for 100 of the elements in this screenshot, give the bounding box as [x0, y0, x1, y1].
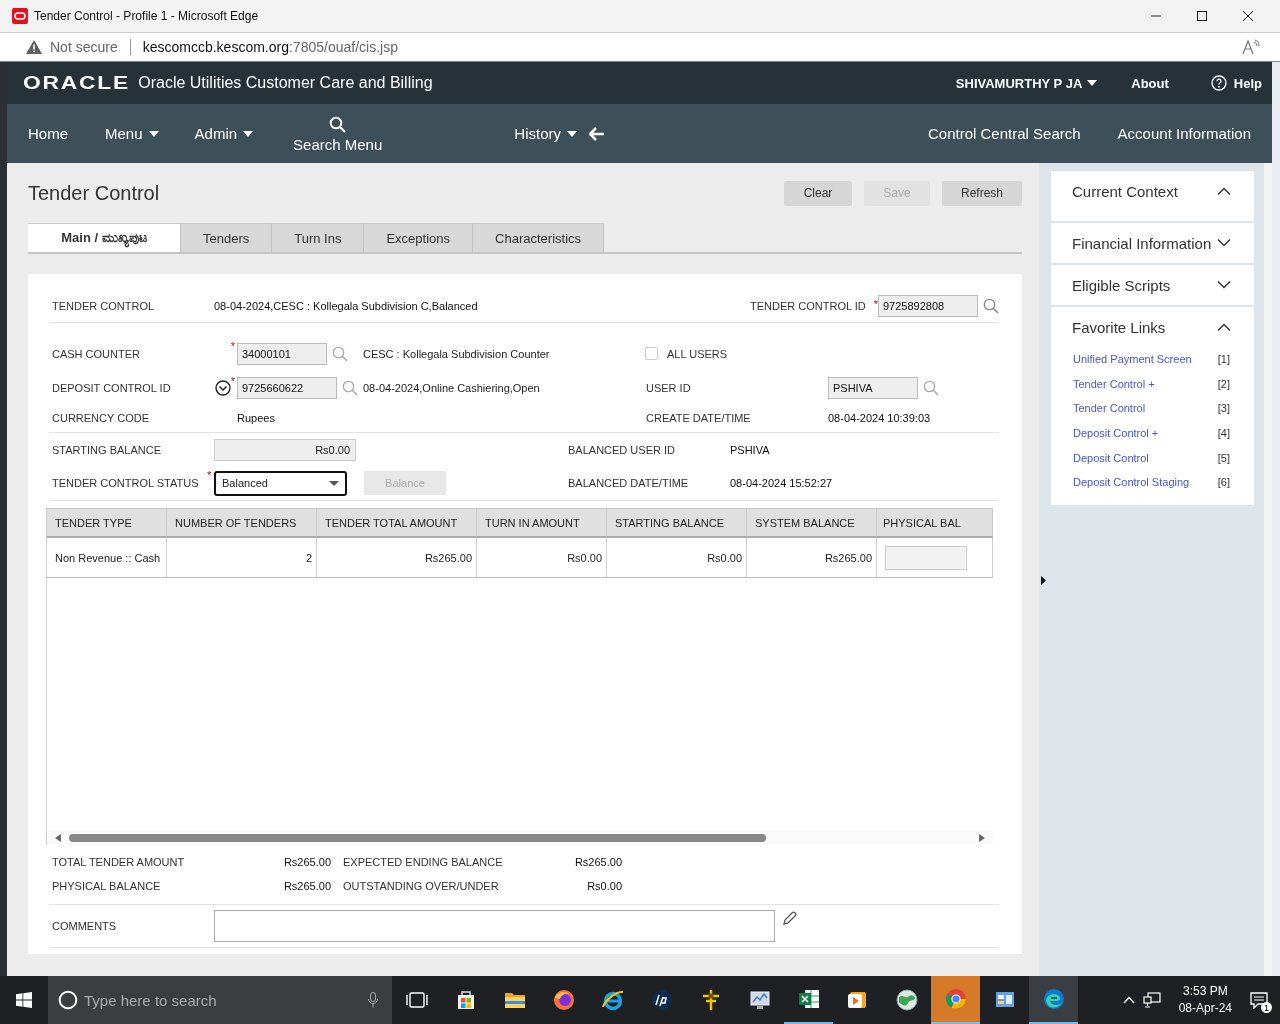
- input-field[interactable]: 34000101: [237, 342, 327, 365]
- table-cell: Rs0.00: [607, 538, 747, 578]
- fox-globe-icon: [551, 988, 576, 1012]
- search-menu-button[interactable]: Search Menu: [293, 114, 383, 153]
- collapse-handle-icon[interactable]: [1041, 576, 1046, 585]
- tab[interactable]: Characteristics: [473, 223, 604, 252]
- table-cell: Rs265.00: [747, 538, 877, 578]
- table-cell: Rs265.00: [317, 538, 477, 578]
- input-field[interactable]: 9725660622: [237, 377, 337, 399]
- section-header[interactable]: Financial Information: [1051, 223, 1254, 263]
- hp-circle-icon: [649, 988, 674, 1012]
- action-button[interactable]: Clear: [784, 180, 852, 206]
- favorite-link[interactable]: Deposit Control: [1073, 451, 1149, 464]
- tab[interactable]: Turn Ins: [272, 223, 365, 252]
- nav-item[interactable]: Account Information: [1117, 125, 1251, 142]
- read-aloud-icon[interactable]: [1242, 39, 1260, 55]
- globe-icon: [894, 988, 919, 1012]
- circle-icon: [58, 990, 78, 1010]
- search-icon[interactable]: [983, 298, 999, 314]
- field-label: BALANCED DATE/TIME: [568, 477, 690, 489]
- notification-button[interactable]: 1: [1246, 987, 1272, 1013]
- security-label[interactable]: Not secure: [50, 39, 118, 55]
- column-header: NUMBER OF TENDERS: [167, 508, 317, 538]
- field-label: STARTING BALANCE: [52, 444, 162, 456]
- field-description: CESC : Kollegala Subdivision Counter: [363, 347, 551, 360]
- shortcut-key: [2]: [1217, 377, 1230, 390]
- nav-item[interactable]: Menu: [105, 125, 159, 142]
- column-header: TENDER TYPE: [47, 508, 167, 538]
- maximize-icon[interactable]: [1196, 10, 1208, 22]
- notification-count: 1: [1261, 1002, 1272, 1013]
- field-label: CASH COUNTER: [52, 347, 141, 360]
- shortcut-key: [5]: [1217, 451, 1230, 464]
- tab[interactable]: Exceptions: [364, 223, 474, 252]
- favorite-link[interactable]: Tender Control +: [1073, 377, 1155, 390]
- pencil-icon[interactable]: [782, 911, 797, 926]
- amount-value: Rs0.00: [586, 879, 622, 894]
- input-field[interactable]: PSHIVA: [828, 377, 918, 399]
- chevron-up-icon: [1217, 187, 1231, 195]
- about-link[interactable]: About: [1131, 75, 1169, 91]
- chevron-up-icon: [1217, 323, 1231, 331]
- speech-bubble-icon: [1250, 991, 1268, 1009]
- help-icon: [1210, 75, 1227, 91]
- section-header[interactable]: Current Context: [1051, 171, 1254, 211]
- nav-item[interactable]: Control Central Search: [928, 125, 1081, 142]
- nav-item[interactable]: Admin: [194, 125, 254, 142]
- field-description: 08-04-2024,Online Cashiering,Open: [363, 382, 541, 394]
- favorite-link[interactable]: Unified Payment Screen: [1073, 353, 1192, 366]
- taskbar-app[interactable]: [1029, 976, 1078, 1024]
- scroll-right-icon[interactable]: [979, 834, 985, 842]
- spreadsheet-icon: [796, 987, 821, 1011]
- chevron-down-icon: [1217, 281, 1231, 289]
- url-text[interactable]: kescomccb.kescom.org:7805/ouaf/cis.jsp: [142, 39, 398, 55]
- monitor-icon: [747, 988, 772, 1012]
- input-field[interactable]: 9725892808: [878, 295, 978, 317]
- column-header: STARTING BALANCE: [607, 508, 747, 538]
- tab[interactable]: Main / ಮುಖ್ಯಪುಟ: [28, 223, 181, 252]
- tab[interactable]: Tenders: [181, 223, 273, 252]
- field-value: 08-04-2024 10:39:03: [828, 412, 931, 424]
- taskbar-search-field[interactable]: Type here to search: [48, 976, 392, 1024]
- chevron-circle-icon[interactable]: [214, 380, 231, 396]
- comments-field[interactable]: [214, 910, 775, 942]
- windows-start-icon[interactable]: [16, 992, 32, 1008]
- required-mark: *: [873, 299, 878, 310]
- section-header[interactable]: Favorite Links: [1051, 307, 1254, 347]
- field-value: 08-04-2024 15:52:27: [730, 477, 833, 489]
- favorite-link[interactable]: Tender Control: [1073, 402, 1146, 415]
- amount-value: Rs265.00: [282, 855, 331, 870]
- amount-value: Rs265.00: [282, 879, 331, 894]
- favorite-link[interactable]: Deposit Control Staging: [1073, 476, 1190, 489]
- required-mark: *: [230, 376, 235, 387]
- help-link[interactable]: Help: [1210, 75, 1262, 91]
- microphone-icon[interactable]: [368, 992, 378, 1008]
- history-menu[interactable]: History: [514, 125, 577, 142]
- clock[interactable]: 3:53 PM 08-Apr-24: [1178, 983, 1232, 1017]
- table-cell: Non Revenue :: Cash: [47, 538, 167, 578]
- nav-item[interactable]: Home: [28, 125, 68, 142]
- required-mark: *: [207, 470, 213, 481]
- section-header[interactable]: Eligible Scripts: [1051, 265, 1254, 305]
- checkbox[interactable]: [645, 347, 658, 360]
- network-icon[interactable]: [1142, 992, 1161, 1008]
- field-label: CURRENCY CODE: [52, 412, 150, 424]
- field-label: DEPOSIT CONTROL ID: [52, 382, 172, 394]
- favorite-link[interactable]: Deposit Control +: [1073, 427, 1159, 440]
- input-field[interactable]: [885, 545, 967, 570]
- user-menu[interactable]: SHIVAMURTHY P JA: [955, 75, 1098, 91]
- field-label: CREATE DATE/TIME: [646, 412, 752, 424]
- table-cell: Rs0.00: [477, 538, 607, 578]
- shortcut-key: [6]: [1217, 476, 1230, 489]
- action-button[interactable]: Refresh: [942, 180, 1022, 206]
- close-icon[interactable]: [1242, 10, 1254, 22]
- chrome-icon: [943, 987, 968, 1011]
- warning-icon: [26, 40, 42, 54]
- field-label: TENDER CONTROL STATUS: [52, 477, 199, 489]
- scroll-left-icon[interactable]: [55, 834, 61, 842]
- table-cell: 2: [167, 538, 317, 578]
- horizontal-scrollbar[interactable]: [47, 831, 993, 845]
- chevron-up-icon[interactable]: [1122, 996, 1135, 1004]
- back-arrow-icon[interactable]: [588, 126, 604, 141]
- field-label: OUTSTANDING OVER/UNDER: [343, 879, 500, 894]
- status-dropdown[interactable]: Balanced: [214, 470, 347, 496]
